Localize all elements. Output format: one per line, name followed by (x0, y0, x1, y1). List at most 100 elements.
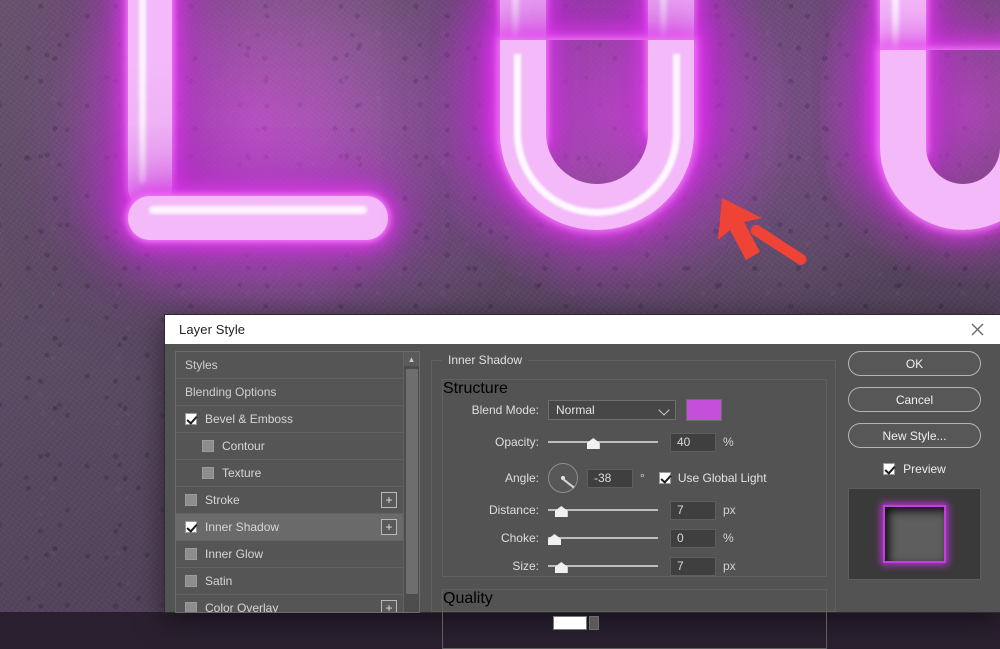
style-preview-thumbnail (848, 488, 981, 580)
dialog-title: Layer Style (179, 322, 246, 337)
choke-slider[interactable] (548, 531, 658, 545)
blend-mode-label: Blend Mode: (471, 403, 539, 417)
distance-input[interactable]: 7 (670, 500, 716, 520)
slider-track (548, 441, 658, 443)
add-color-overlay-effect-button[interactable]: + (381, 600, 397, 612)
style-label: Color Overlay (205, 601, 279, 613)
preview-toggle-row[interactable]: Preview (848, 459, 981, 479)
use-global-light-row[interactable]: Use Global Light (658, 471, 767, 485)
style-label: Inner Glow (205, 547, 264, 561)
distance-slider[interactable] (548, 503, 658, 517)
choke-label: Choke: (500, 531, 539, 545)
checkbox-use-global-light[interactable] (658, 472, 671, 484)
checkbox-texture[interactable] (202, 467, 214, 479)
blend-mode-select[interactable]: Normal (548, 400, 676, 420)
style-label: Satin (205, 574, 233, 588)
chevron-up-icon[interactable]: ▲ (404, 352, 419, 366)
style-label: Blending Options (185, 385, 277, 399)
opacity-label: Opacity: (494, 435, 539, 449)
style-row-stroke[interactable]: Stroke + (176, 487, 403, 514)
checkbox-stroke[interactable] (185, 494, 197, 506)
style-label: Inner Shadow (205, 520, 280, 534)
size-unit: px (723, 559, 736, 573)
neon-letter-u-highlight (514, 54, 680, 216)
use-global-light-label: Use Global Light (677, 471, 767, 485)
slider-thumb[interactable] (548, 534, 561, 545)
neon-letter-l-foot (128, 196, 388, 240)
angle-dial[interactable] (548, 463, 578, 493)
annotation-arrow-icon (718, 198, 807, 265)
opacity-slider[interactable] (548, 435, 658, 449)
quality-group-label: Quality (443, 590, 493, 607)
dial-hand (562, 478, 575, 488)
opacity-row: Opacity: 40 % (443, 430, 826, 454)
style-label: Bevel & Emboss (205, 412, 294, 426)
checkbox-inner-shadow[interactable] (185, 521, 197, 533)
blend-mode-value: Normal (556, 403, 595, 417)
size-slider[interactable] (548, 559, 658, 573)
preview-label: Preview (903, 462, 946, 476)
structure-group-label: Structure (443, 380, 508, 397)
style-label: Contour (222, 439, 265, 453)
checkbox-bevel-emboss[interactable] (185, 413, 197, 425)
options-panel: Inner Shadow Structure Blend Mode: Norma… (431, 351, 836, 649)
contour-dropdown-button[interactable] (589, 616, 599, 630)
ok-button[interactable]: OK (848, 351, 981, 376)
style-row-texture[interactable]: Texture (176, 460, 403, 487)
add-stroke-effect-button[interactable]: + (381, 492, 397, 508)
slider-track (548, 537, 658, 539)
angle-input[interactable]: -38 (587, 468, 633, 488)
slider-thumb[interactable] (554, 506, 568, 517)
quality-group: Quality (442, 589, 827, 649)
style-row-styles[interactable]: Styles (176, 352, 403, 379)
style-row-contour[interactable]: Contour (176, 433, 403, 460)
size-label: Size: (512, 559, 539, 573)
dialog-titlebar[interactable]: Layer Style (165, 315, 1000, 344)
style-row-inner-glow[interactable]: Inner Glow (176, 541, 403, 568)
checkbox-color-overlay[interactable] (185, 602, 197, 612)
inner-shadow-group-label: Inner Shadow (442, 353, 529, 367)
slider-thumb[interactable] (586, 438, 600, 449)
close-icon[interactable] (954, 315, 1000, 344)
styles-list: Styles Blending Options Bevel & Emboss C… (176, 352, 403, 613)
style-row-color-overlay[interactable]: Color Overlay + (176, 595, 403, 613)
styles-list-scrollbar[interactable]: ▲ (403, 352, 419, 612)
size-input[interactable]: 7 (670, 556, 716, 576)
preview-square (880, 502, 946, 563)
contour-preview[interactable] (553, 616, 587, 630)
size-row: Size: 7 px (443, 554, 826, 578)
choke-row: Choke: 0 % (443, 526, 826, 550)
dialog-body: Styles Blending Options Bevel & Emboss C… (165, 344, 1000, 649)
styles-list-panel: Styles Blending Options Bevel & Emboss C… (175, 351, 420, 613)
style-label: Styles (185, 358, 218, 372)
checkbox-contour[interactable] (202, 440, 214, 452)
scrollbar-thumb[interactable] (406, 369, 418, 594)
neon-letter-l-stem (128, 0, 172, 210)
dialog-buttons: OK Cancel New Style... Preview (848, 351, 992, 580)
chevron-down-icon (658, 404, 670, 416)
checkbox-preview[interactable] (883, 463, 896, 475)
add-inner-shadow-effect-button[interactable]: + (381, 519, 397, 535)
style-label: Texture (222, 466, 262, 480)
style-label: Stroke (205, 493, 240, 507)
distance-row: Distance: 7 px (443, 498, 826, 522)
angle-unit: ° (640, 471, 645, 485)
choke-input[interactable]: 0 (670, 528, 716, 548)
new-style-button[interactable]: New Style... (848, 423, 981, 448)
layer-style-dialog: Layer Style Styles Blending Options Beve… (165, 315, 1000, 649)
checkbox-satin[interactable] (185, 575, 197, 587)
choke-unit: % (723, 531, 734, 545)
opacity-unit: % (723, 435, 734, 449)
slider-thumb[interactable] (554, 562, 568, 573)
shadow-color-swatch[interactable] (686, 399, 722, 421)
checkbox-inner-glow[interactable] (185, 548, 197, 560)
angle-label: Angle: (504, 471, 539, 485)
style-row-blending-options[interactable]: Blending Options (176, 379, 403, 406)
angle-row: Angle: -38 ° Use Global Light (443, 462, 826, 494)
cancel-button[interactable]: Cancel (848, 387, 981, 412)
opacity-input[interactable]: 40 (670, 432, 716, 452)
style-row-bevel-emboss[interactable]: Bevel & Emboss (176, 406, 403, 433)
style-row-satin[interactable]: Satin (176, 568, 403, 595)
style-row-inner-shadow[interactable]: Inner Shadow + (176, 514, 403, 541)
inner-shadow-group: Inner Shadow Structure Blend Mode: Norma… (431, 353, 836, 649)
